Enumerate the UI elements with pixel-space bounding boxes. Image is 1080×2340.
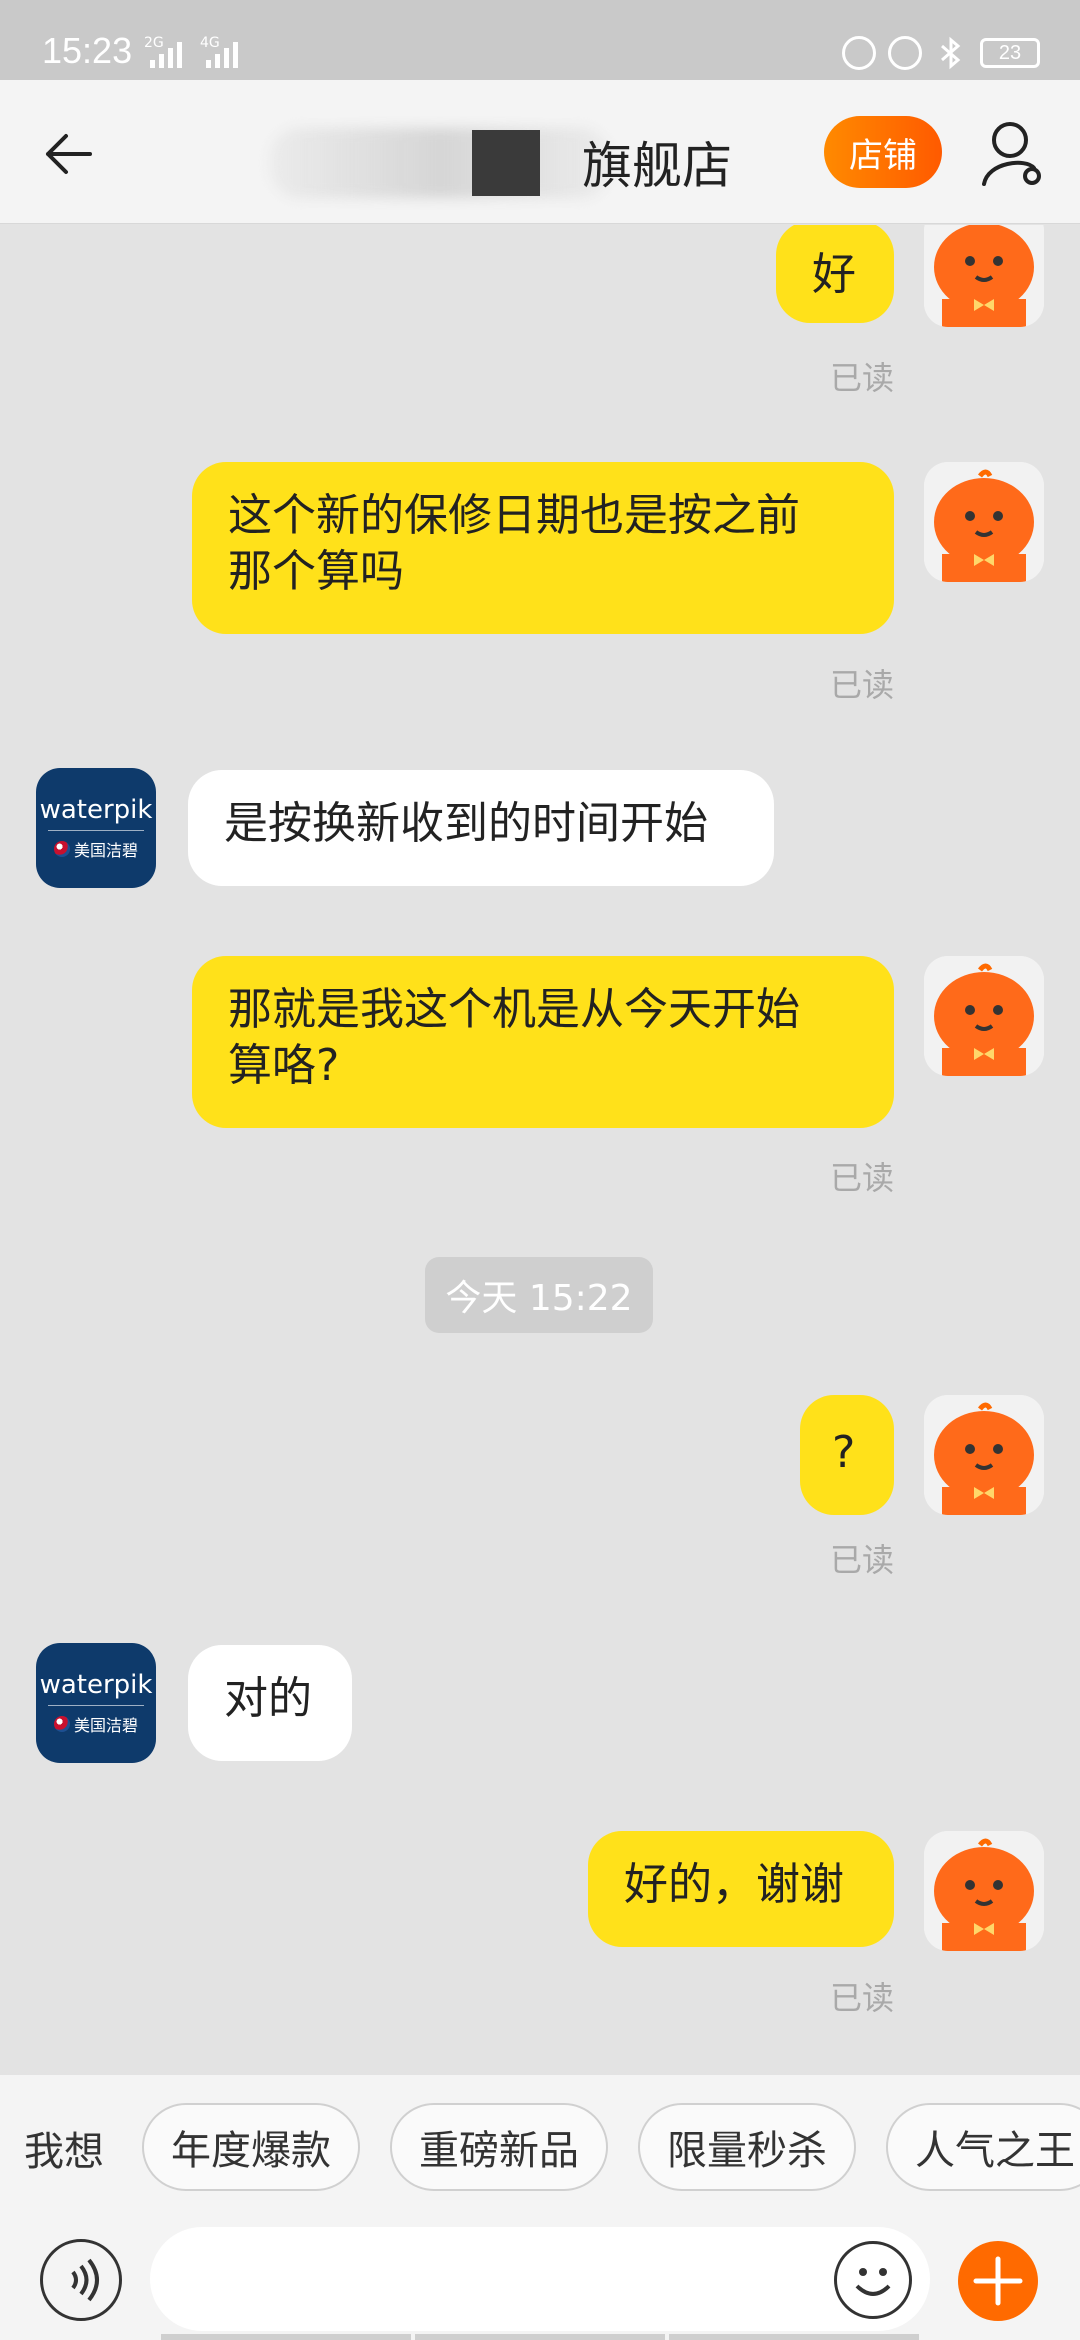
logo-divider xyxy=(48,829,144,831)
message-bubble-shop[interactable]: 对的 xyxy=(188,1645,352,1761)
message-text: 算咯? xyxy=(228,1040,340,1091)
status-bar: 15:23 2G 4G 23 xyxy=(0,0,1080,80)
suggestion-chip[interactable]: 人气之王 xyxy=(886,2103,1080,2191)
more-actions-button[interactable] xyxy=(958,2241,1038,2321)
message-text: 是按换新收到的时间开始 xyxy=(224,798,708,849)
message-text: ? xyxy=(832,1427,856,1478)
message-text: 这个新的保修日期也是按之前 xyxy=(228,490,800,541)
brand-sub-text: 美国洁碧 xyxy=(73,1715,138,1735)
lock-rotation-icon xyxy=(842,36,876,70)
redacted-store-name xyxy=(270,128,610,198)
back-arrow-icon[interactable] xyxy=(40,124,100,184)
chat-header: 旗舰店 店铺 xyxy=(0,80,1080,224)
quick-suggestions: 我想 年度爆款 重磅新品 限量秒杀 人气之王 xyxy=(0,2075,1080,2219)
read-status: 已读 xyxy=(829,666,894,704)
logo-divider xyxy=(48,1704,144,1706)
suggestion-chip[interactable]: 限量秒杀 xyxy=(638,2103,856,2191)
message-bubble-mine[interactable]: 那就是我这个机是从今天开始 算咯? xyxy=(192,956,894,1128)
brand-sub-text: 美国洁碧 xyxy=(73,840,138,860)
status-icons: 23 xyxy=(842,36,1040,70)
gesture-bar xyxy=(0,2334,1080,2340)
message-text: 那个算吗 xyxy=(228,546,404,597)
redacted-block xyxy=(472,130,540,196)
shop-button[interactable]: 店铺 xyxy=(824,116,942,188)
read-status: 已读 xyxy=(829,1979,894,2017)
signal-icon-2 xyxy=(206,40,238,68)
time-divider: 今天 15:22 xyxy=(425,1257,653,1333)
mascot-icon xyxy=(924,1831,1044,1951)
my-avatar[interactable] xyxy=(924,956,1044,1076)
my-avatar[interactable] xyxy=(924,462,1044,582)
flag-icon xyxy=(53,840,70,857)
message-bubble-mine[interactable]: 这个新的保修日期也是按之前 那个算吗 xyxy=(192,462,894,634)
chat-messages[interactable]: 好 已读 这个新的保修日期也是按之前 那个算吗 已读 waterpik 美国洁碧… xyxy=(0,225,1080,2075)
mascot-icon xyxy=(924,956,1044,1076)
mascot-icon xyxy=(924,462,1044,582)
message-text: 好 xyxy=(812,249,856,300)
flag-icon xyxy=(53,1715,70,1732)
shop-avatar[interactable]: waterpik 美国洁碧 xyxy=(36,1643,156,1763)
signal-icon xyxy=(150,40,182,68)
read-status: 已读 xyxy=(829,1541,894,1579)
read-status: 已读 xyxy=(829,359,894,397)
voice-icon xyxy=(71,2258,99,2302)
emoji-button[interactable] xyxy=(834,2241,912,2319)
my-avatar[interactable] xyxy=(924,1831,1044,1951)
voice-input-button[interactable] xyxy=(40,2239,122,2321)
message-text: 那就是我这个机是从今天开始 xyxy=(228,984,800,1035)
mascot-icon xyxy=(924,225,1044,327)
read-status: 已读 xyxy=(829,1159,894,1197)
store-title: 旗舰店 xyxy=(582,137,732,195)
message-text: 对的 xyxy=(224,1673,312,1724)
message-bubble-mine[interactable]: 好的，谢谢 xyxy=(588,1831,894,1947)
suggestion-label: 我想 xyxy=(24,2129,104,2175)
my-avatar[interactable] xyxy=(924,225,1044,327)
message-text: 好的，谢谢 xyxy=(624,1859,844,1910)
status-time: 15:23 xyxy=(42,30,133,71)
suggestion-chip[interactable]: 重磅新品 xyxy=(390,2103,608,2191)
smiley-icon xyxy=(855,2268,891,2296)
mascot-icon xyxy=(924,1395,1044,1515)
message-bubble-mine[interactable]: 好 xyxy=(776,225,894,323)
my-avatar[interactable] xyxy=(924,1395,1044,1515)
plus-icon xyxy=(973,2256,1023,2306)
brand-sub: 美国洁碧 xyxy=(53,837,138,861)
brand-logo-text: waterpik xyxy=(39,794,153,825)
bluetooth-icon xyxy=(941,36,961,70)
brand-logo-text: waterpik xyxy=(39,1669,153,1700)
message-input[interactable] xyxy=(150,2227,930,2331)
message-bubble-shop[interactable]: 是按换新收到的时间开始 xyxy=(188,770,774,886)
suggestion-chip[interactable]: 年度爆款 xyxy=(142,2103,360,2191)
message-bubble-mine[interactable]: ? xyxy=(800,1395,894,1515)
user-settings-icon[interactable] xyxy=(980,118,1046,188)
battery-icon: 23 xyxy=(980,38,1040,68)
alarm-icon xyxy=(888,36,922,70)
input-bar xyxy=(0,2219,1080,2340)
brand-sub: 美国洁碧 xyxy=(53,1712,138,1736)
shop-avatar[interactable]: waterpik 美国洁碧 xyxy=(36,768,156,888)
